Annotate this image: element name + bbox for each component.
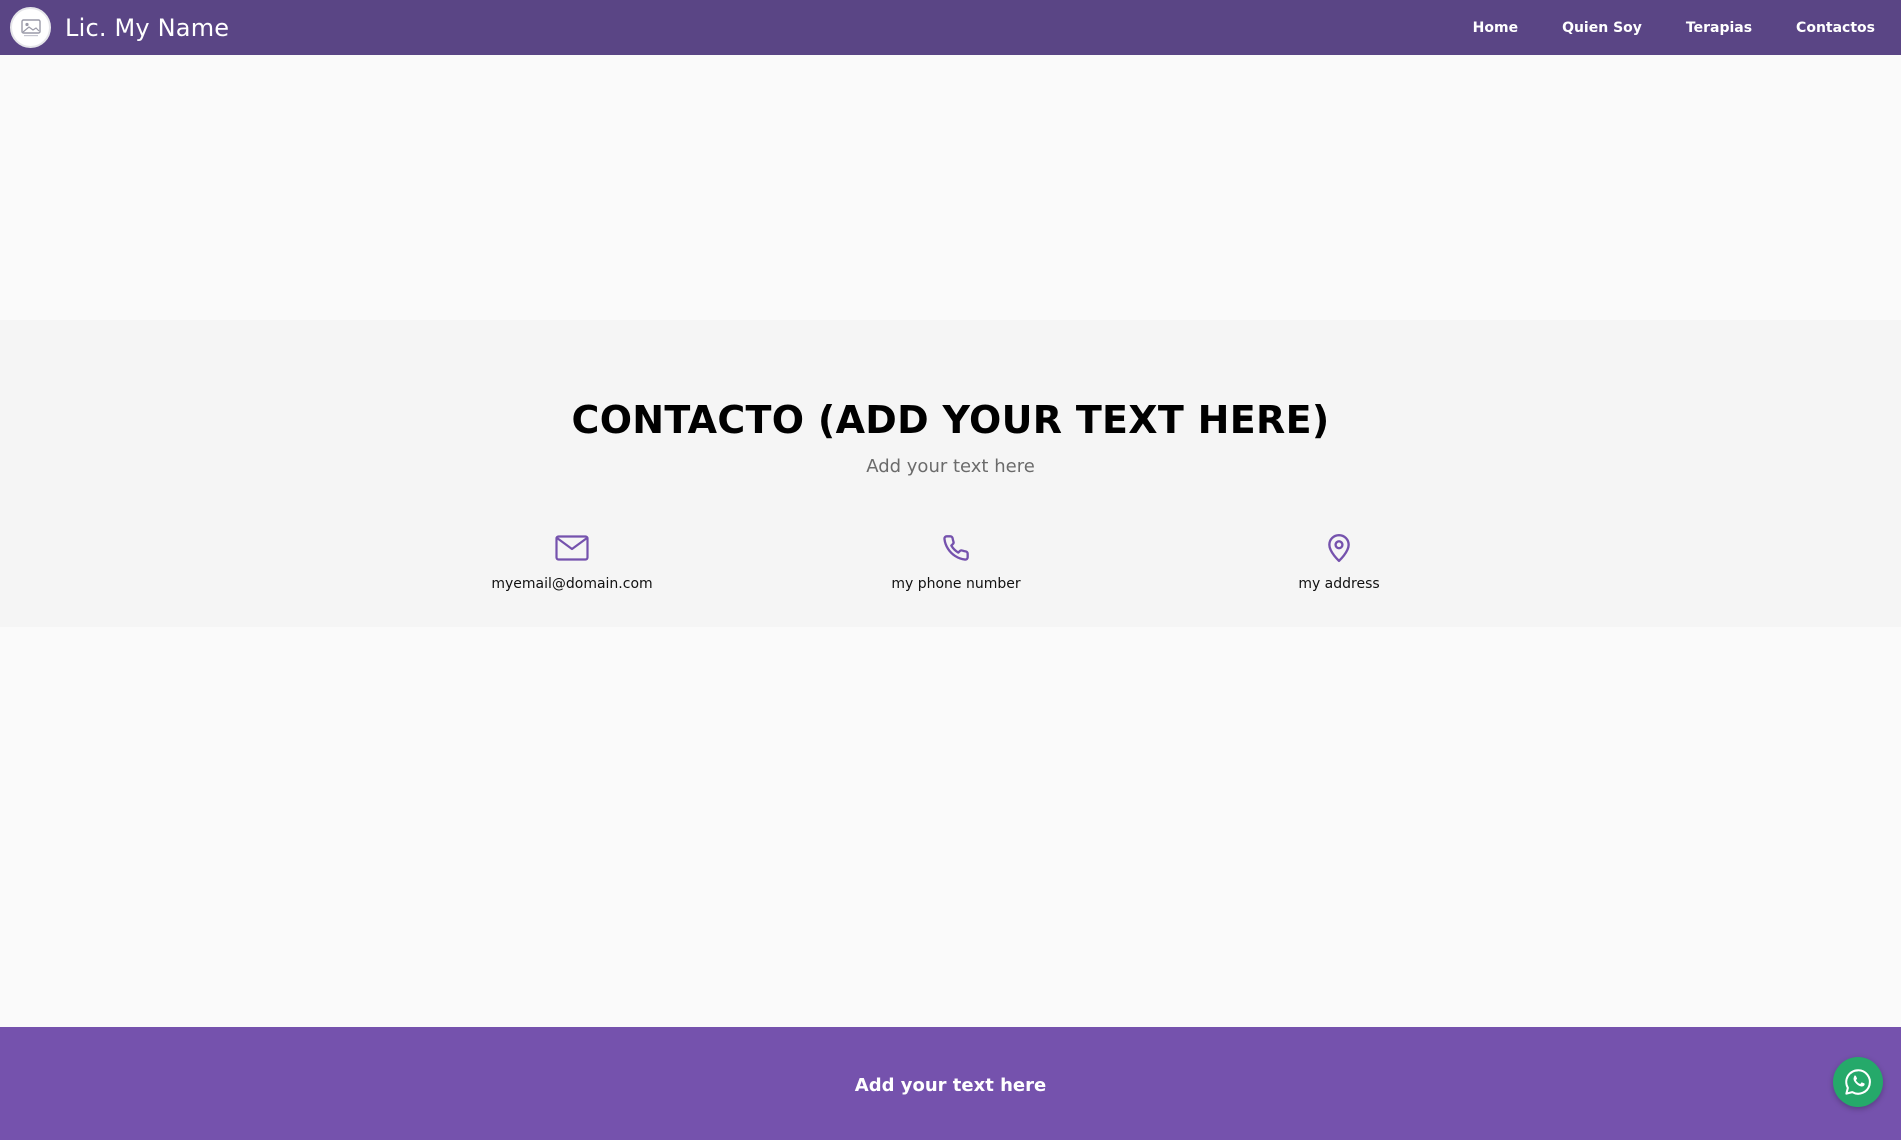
- footer-text: Add your text here: [854, 1075, 1047, 1096]
- main-nav: Home Quien Soy Terapias Contactos: [1473, 0, 1901, 55]
- contact-item-email[interactable]: myemail@domain.com: [422, 532, 722, 592]
- contact-item-phone[interactable]: my phone number: [806, 532, 1106, 592]
- nav-link-contactos[interactable]: Contactos: [1796, 20, 1875, 36]
- mail-icon: [555, 532, 589, 564]
- nav-link-quien-soy[interactable]: Quien Soy: [1562, 20, 1642, 36]
- nav-link-terapias[interactable]: Terapias: [1686, 20, 1752, 36]
- contact-item-address[interactable]: my address: [1189, 532, 1489, 592]
- contact-email-label: myemail@domain.com: [491, 576, 653, 592]
- whatsapp-icon: [1845, 1069, 1871, 1095]
- image-placeholder-icon: [20, 18, 41, 36]
- contact-title: CONTACTO (ADD YOUR TEXT HERE): [571, 398, 1330, 442]
- brand-title[interactable]: Lic. My Name: [65, 14, 229, 42]
- navbar: Lic. My Name Home Quien Soy Terapias Con…: [0, 0, 1901, 55]
- contact-address-label: my address: [1298, 576, 1380, 592]
- map-pin-icon: [1326, 532, 1352, 564]
- contact-section: CONTACTO (ADD YOUR TEXT HERE) Add your t…: [0, 320, 1901, 627]
- whatsapp-button[interactable]: [1833, 1057, 1883, 1107]
- footer: Add your text here: [0, 1027, 1901, 1140]
- contact-phone-label: my phone number: [891, 576, 1021, 592]
- contact-subtitle: Add your text here: [866, 456, 1035, 477]
- logo[interactable]: [10, 7, 51, 48]
- phone-icon: [942, 532, 970, 564]
- nav-link-home[interactable]: Home: [1473, 20, 1518, 36]
